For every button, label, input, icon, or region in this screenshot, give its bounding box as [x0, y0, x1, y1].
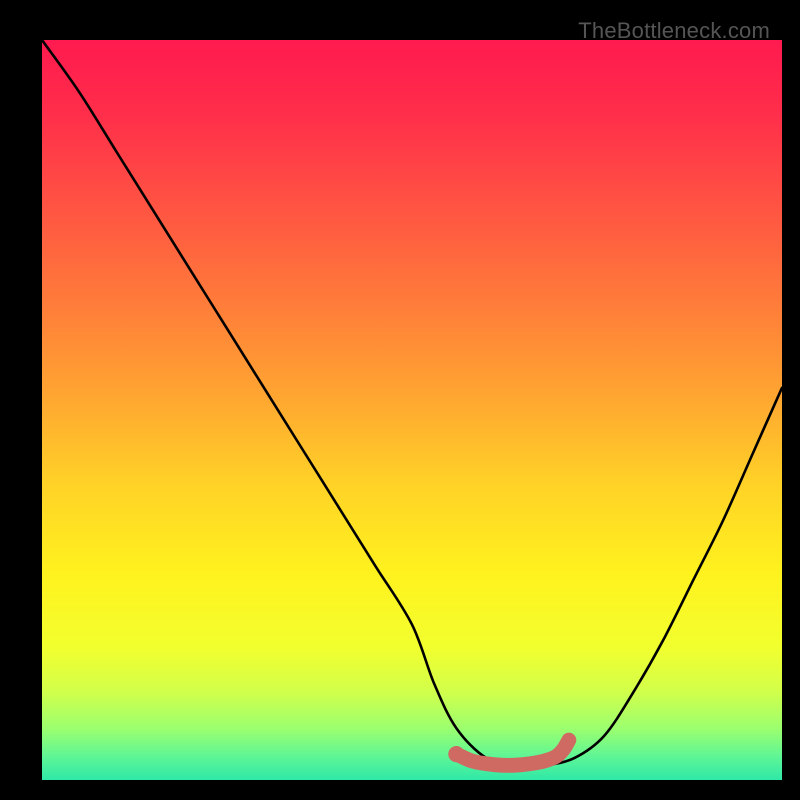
chart-frame: TheBottleneck.com — [12, 12, 788, 788]
bottleneck-curve — [42, 40, 782, 766]
watermark-text: TheBottleneck.com — [578, 18, 770, 44]
chart-svg — [42, 40, 782, 780]
plot-area — [42, 40, 782, 780]
optimal-start-dot — [448, 746, 464, 762]
optimal-range-marker — [456, 740, 568, 765]
